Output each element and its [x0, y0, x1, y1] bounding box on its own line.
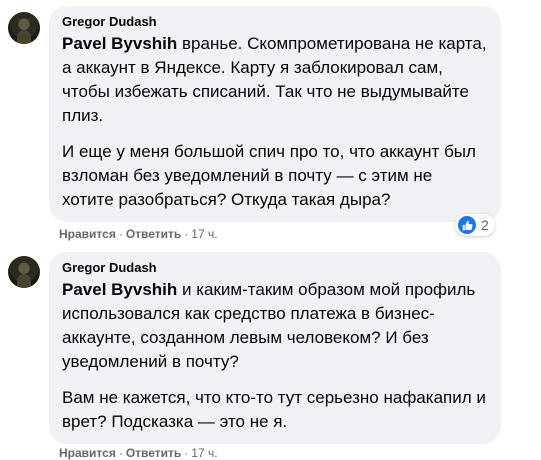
comment-actions: Нравится · Ответить · 17 ч.: [59, 227, 218, 241]
separator: ·: [118, 227, 123, 241]
comment-timestamp[interactable]: 17 ч.: [191, 227, 217, 241]
comment-timestamp[interactable]: 17 ч.: [191, 446, 217, 460]
separator: ·: [184, 227, 189, 241]
comment-bubble: Gregor Dudash Pavel Byvshih и каким-таки…: [49, 252, 501, 444]
reply-button[interactable]: Ответить: [126, 446, 181, 460]
reaction-count: 2: [481, 217, 489, 233]
reply-button[interactable]: Ответить: [126, 227, 181, 241]
comment-bubble: Gregor Dudash Pavel Byvshih вранье. Ском…: [49, 6, 501, 222]
like-icon: [458, 216, 476, 234]
comment-text: Pavel Byvshih вранье. Скомпрометирована …: [62, 32, 487, 212]
comment-author[interactable]: Gregor Dudash: [62, 14, 487, 30]
comment-author[interactable]: Gregor Dudash: [62, 260, 487, 276]
avatar[interactable]: [8, 256, 40, 288]
separator: ·: [184, 446, 189, 460]
comment-text: Pavel Byvshih и каким-таким образом мой …: [62, 278, 487, 434]
comment-paragraph: Вам не кажется, что кто-то тут серьезно …: [62, 388, 486, 431]
separator: ·: [118, 446, 123, 460]
avatar[interactable]: [8, 12, 40, 44]
comment-actions: Нравится · Ответить · 17 ч.: [59, 446, 218, 460]
comment-paragraph: И еще у меня большой спич про то, что ак…: [62, 142, 476, 209]
mention-link[interactable]: Pavel Byvshih: [62, 34, 177, 53]
reactions-badge[interactable]: 2: [455, 214, 495, 236]
mention-link[interactable]: Pavel Byvshih: [62, 280, 177, 299]
like-button[interactable]: Нравится: [59, 227, 116, 241]
like-button[interactable]: Нравится: [59, 446, 116, 460]
